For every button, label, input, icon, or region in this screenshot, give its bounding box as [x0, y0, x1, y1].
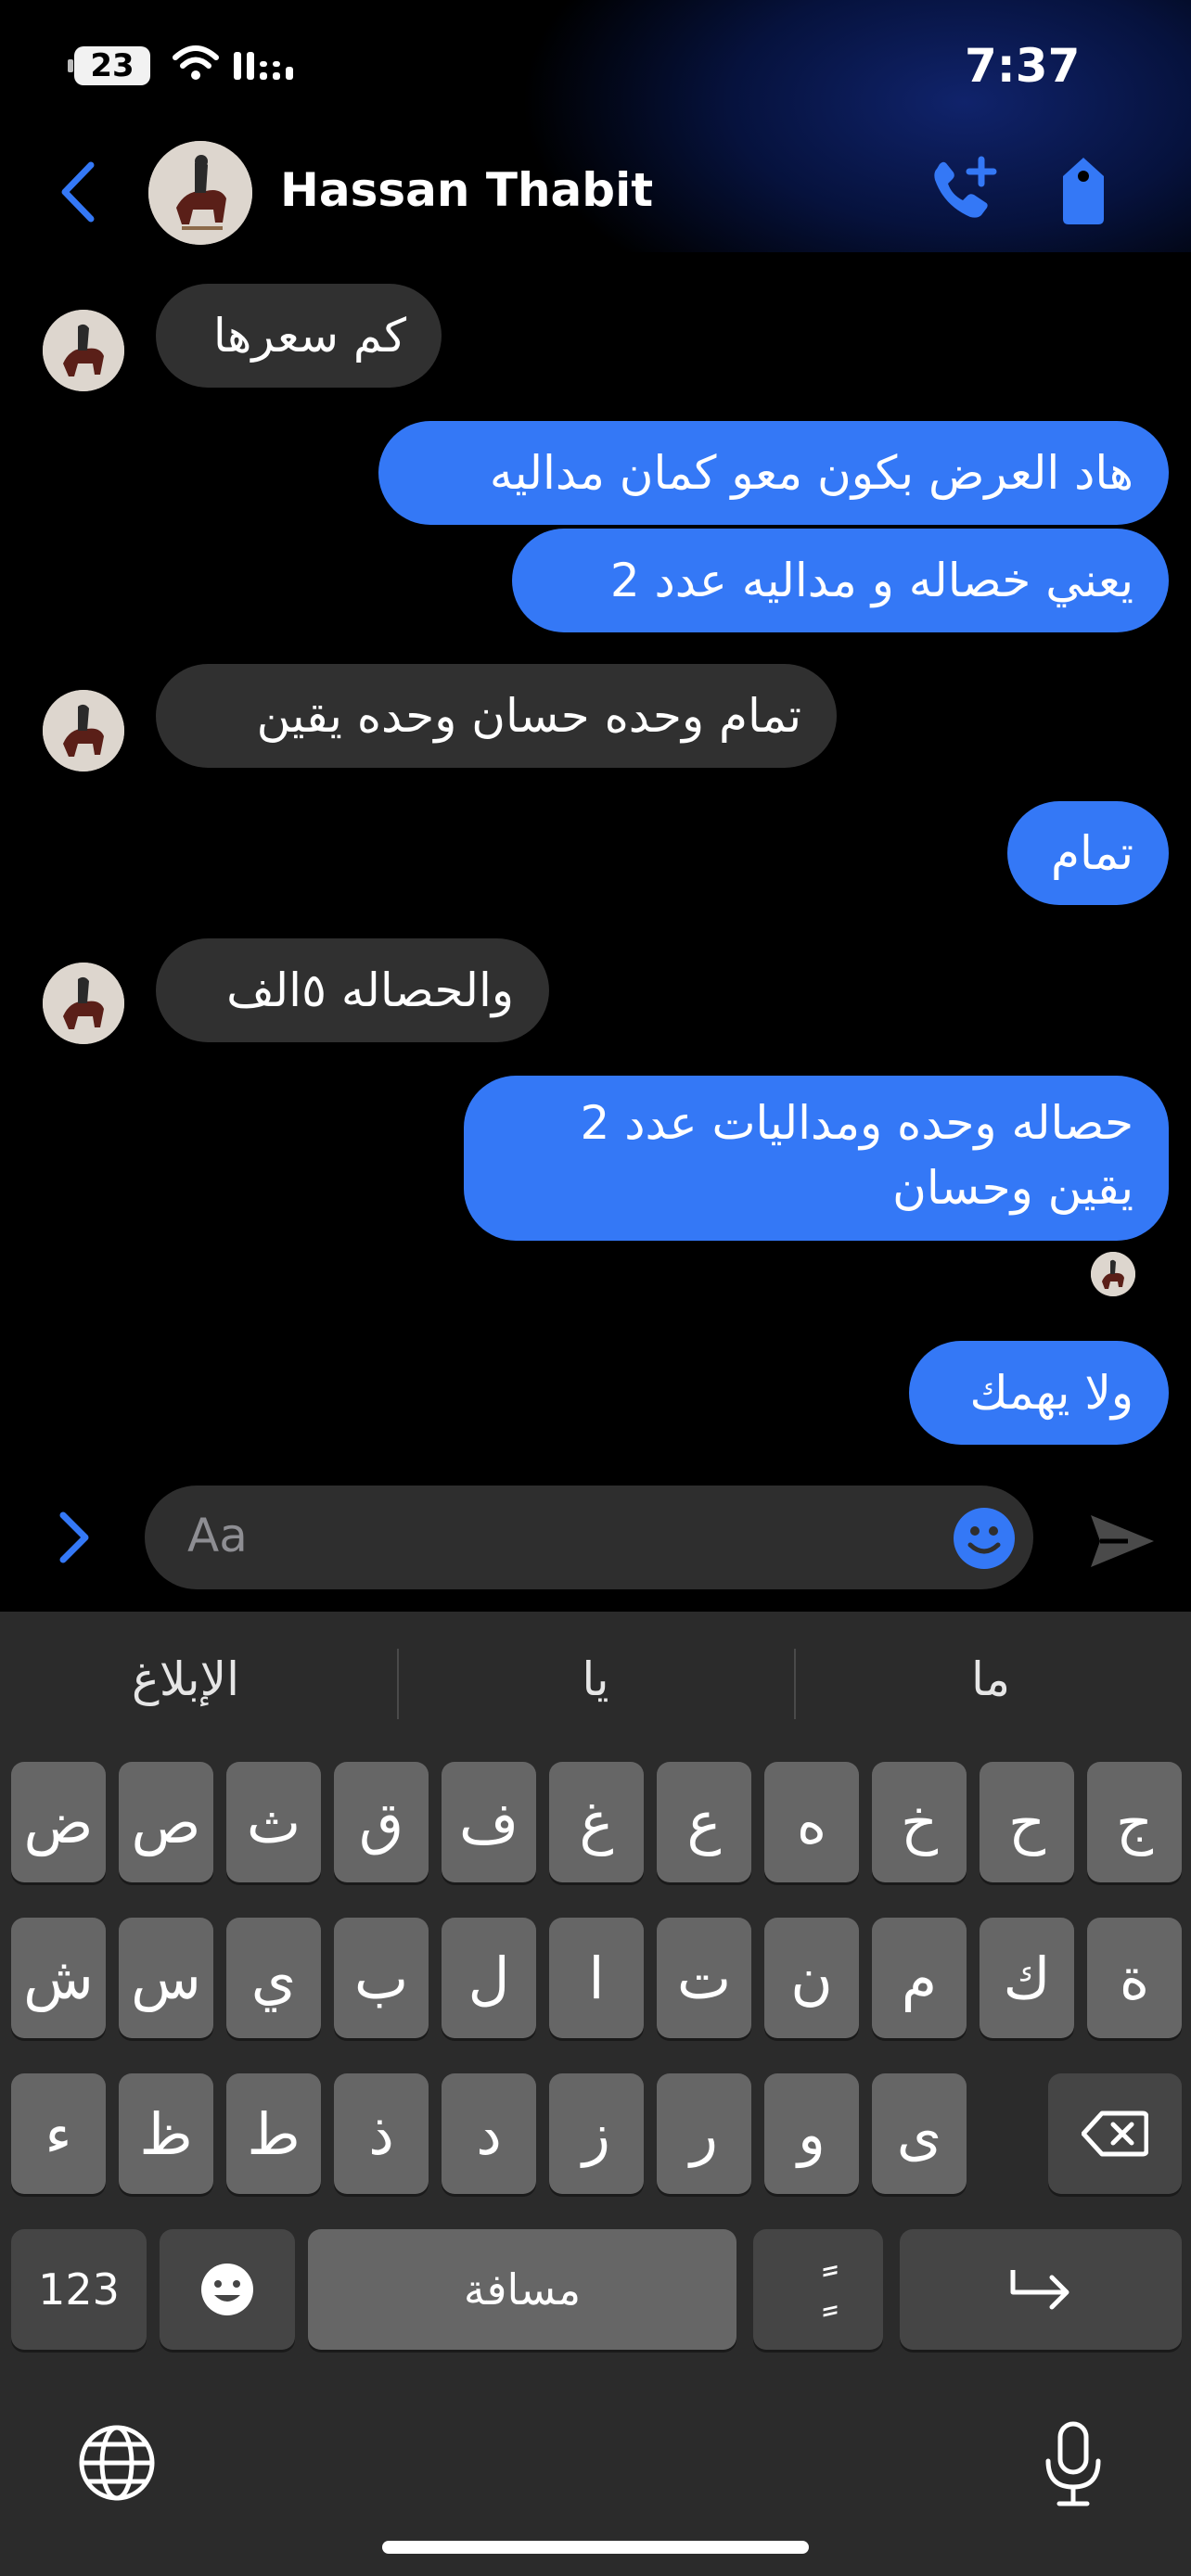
send-icon[interactable] [1087, 1511, 1158, 1575]
battery-indicator: 23 [68, 46, 150, 85]
key[interactable]: ق [334, 1762, 429, 1882]
key[interactable]: ش [11, 1918, 106, 2038]
suggestion-left[interactable]: الإبلاغ [46, 1652, 325, 1706]
globe-icon[interactable] [78, 2424, 156, 2506]
key[interactable]: ج [1087, 1762, 1182, 1882]
suggestion-middle[interactable]: يا [456, 1652, 735, 1706]
sender-avatar [43, 690, 124, 772]
home-indicator [382, 2541, 809, 2554]
key[interactable]: ء [11, 2073, 106, 2194]
key[interactable]: ف [442, 1762, 536, 1882]
return-icon [1010, 2270, 1069, 2310]
key[interactable]: ى [872, 2073, 967, 2194]
incoming-message[interactable]: والحصاله ٥الف [156, 938, 549, 1042]
expand-actions-icon[interactable] [56, 1510, 93, 1569]
key[interactable]: ه [764, 1762, 859, 1882]
emoji-icon[interactable] [952, 1506, 1017, 1575]
key[interactable]: ط [226, 2073, 321, 2194]
incoming-message[interactable]: كم سعرها [156, 284, 442, 388]
key[interactable]: ن [764, 1918, 859, 2038]
key[interactable]: ث [226, 1762, 321, 1882]
cellular-signal-icon [234, 48, 293, 87]
emoji-face-icon [201, 2264, 253, 2315]
outgoing-message[interactable]: حصاله وحده ومداليات عدد 2 يقين وحسان [464, 1076, 1169, 1241]
key[interactable]: ر [657, 2073, 751, 2194]
key[interactable]: ذ [334, 2073, 429, 2194]
suggestion-divider [397, 1649, 399, 1719]
key[interactable]: ح [980, 1762, 1074, 1882]
key[interactable]: غ [549, 1762, 644, 1882]
tag-icon[interactable] [1054, 156, 1113, 230]
key[interactable]: م [872, 1918, 967, 2038]
key[interactable]: ة [1087, 1918, 1182, 2038]
outgoing-message[interactable]: تمام [1007, 801, 1169, 905]
key[interactable]: ز [549, 2073, 644, 2194]
key[interactable]: ص [119, 1762, 213, 1882]
key[interactable]: ا [549, 1918, 644, 2038]
status-time: 7:37 [965, 39, 1081, 93]
key[interactable]: ل [442, 1918, 536, 2038]
microphone-icon[interactable] [1041, 2420, 1106, 2513]
space-key[interactable]: مسافة [308, 2229, 736, 2350]
key[interactable]: ك [980, 1918, 1074, 2038]
contact-name[interactable]: Hassan Thabit [280, 163, 653, 217]
numbers-key[interactable]: 123 [11, 2229, 147, 2350]
key[interactable]: س [119, 1918, 213, 2038]
suggestion-right[interactable]: ما [852, 1652, 1130, 1706]
add-call-icon[interactable] [928, 156, 1002, 230]
wifi-icon [173, 45, 219, 85]
key[interactable]: د [442, 2073, 536, 2194]
contact-avatar[interactable] [148, 141, 252, 245]
back-icon[interactable] [59, 161, 96, 226]
key[interactable]: ب [334, 1918, 429, 2038]
suggestion-divider [794, 1649, 796, 1719]
key[interactable]: ظ [119, 2073, 213, 2194]
outgoing-message[interactable]: هاد العرض بكون معو كمان مداليه [378, 421, 1169, 525]
read-receipt-avatar [1091, 1252, 1135, 1296]
return-key[interactable] [900, 2229, 1182, 2350]
emoji-keyboard-key[interactable] [160, 2229, 295, 2350]
key[interactable]: خ [872, 1762, 967, 1882]
message-input[interactable] [145, 1486, 1033, 1589]
sender-avatar [43, 963, 124, 1044]
diacritics-key[interactable]: ًًٍ [753, 2229, 883, 2350]
incoming-message[interactable]: تمام وحده حسان وحده يقين [156, 664, 837, 768]
key[interactable]: ي [226, 1918, 321, 2038]
sender-avatar [43, 310, 124, 391]
delete-key[interactable] [1048, 2073, 1182, 2194]
backspace-icon [1082, 2111, 1148, 2157]
key[interactable]: ض [11, 1762, 106, 1882]
outgoing-message[interactable]: يعني خصاله و مداليه عدد 2 [512, 529, 1169, 632]
outgoing-message[interactable]: ولا يهمك [909, 1341, 1169, 1445]
key[interactable]: ت [657, 1918, 751, 2038]
key[interactable]: و [764, 2073, 859, 2194]
message-input-placeholder: Aa [187, 1509, 248, 1562]
key[interactable]: ع [657, 1762, 751, 1882]
